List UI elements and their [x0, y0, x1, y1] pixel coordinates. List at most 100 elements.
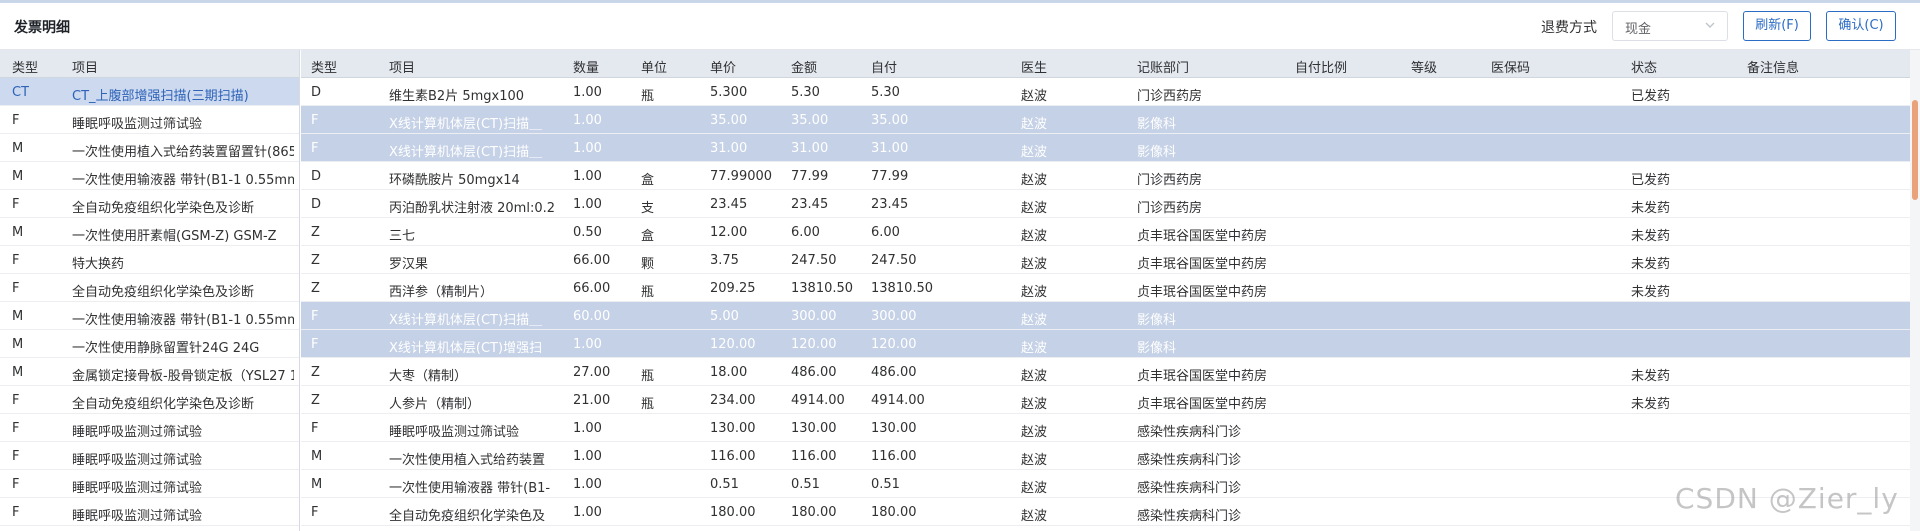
right-table-row[interactable]: Z 西洋参（精制片） 66.00 瓶 209.25 13810.50 13810.50 赵波 贞… — [301, 274, 1910, 302]
right-cell-type: D — [311, 85, 322, 100]
right-cell-type: Z — [311, 281, 320, 296]
right-col-type[interactable]: 类型 — [311, 57, 337, 76]
right-table-row[interactable]: F X线计算机体层(CT)扫描＿ 60.00 5.00 300.00 300.00 赵波 影像… — [301, 302, 1910, 330]
right-cell-dept: 感染性疾病科门诊 — [1137, 453, 1242, 468]
right-col-status[interactable]: 状态 — [1631, 57, 1657, 76]
left-cell-item: 一次性使用静脉留置针24G 24G — [72, 341, 260, 356]
left-table-row[interactable]: F 睡眠呼吸监测过筛试验 — [0, 106, 299, 134]
left-table-row[interactable]: F 睡眠呼吸监测过筛试验 — [0, 498, 299, 526]
right-table-row[interactable]: F X线计算机体层(CT)扫描＿ 1.00 35.00 35.00 35.00 赵波 影像科 — [301, 106, 1910, 134]
right-cell-dept: 感染性疾病科门诊 — [1137, 425, 1242, 440]
right-col-unit[interactable]: 单位 — [641, 57, 667, 76]
right-col-amount[interactable]: 金额 — [791, 57, 817, 76]
left-cell-type: M — [12, 141, 24, 156]
right-cell-status: 已发药 — [1631, 89, 1671, 104]
right-cell-amount: 6.00 — [791, 225, 820, 240]
right-table-row[interactable]: M 一次性使用植入式给药装置 1.00 116.00 116.00 116.00 赵波 感染性… — [301, 442, 1910, 470]
right-col-grade[interactable]: 等级 — [1411, 57, 1437, 76]
left-col-type[interactable]: 类型 — [12, 57, 38, 76]
right-table-row[interactable]: Z 罗汉果 66.00 颗 3.75 247.50 247.50 赵波 贞丰珉谷国医堂中药房 未发… — [301, 246, 1910, 274]
right-cell-item: 睡眠呼吸监测过筛试验 — [389, 425, 520, 440]
right-cell-status: 未发药 — [1631, 285, 1671, 300]
right-cell-item: 环磷酰胺片 50mgx14 — [389, 173, 520, 188]
right-cell-price: 23.45 — [710, 197, 748, 212]
left-cell-item: 睡眠呼吸监测过筛试验 — [72, 425, 203, 440]
right-table-row[interactable]: D 丙泊酚乳状注射液 20ml:0.2 1.00 支 23.45 23.45 23.45 赵波… — [301, 190, 1910, 218]
left-table-row[interactable]: F 睡眠呼吸监测过筛试验 — [0, 442, 299, 470]
right-cell-dept: 影像科 — [1137, 117, 1177, 132]
left-table-header: 类型 项目 — [0, 50, 299, 78]
refresh-button[interactable]: 刷新(F) — [1743, 11, 1811, 41]
right-table-row[interactable]: F 全自动免疫组织化学染色及 1.00 180.00 180.00 180.00 赵波 感染性… — [301, 498, 1910, 526]
left-cell-item: CT_上腹部增强扫描(三期扫描) — [72, 89, 249, 104]
right-table-row[interactable]: F X线计算机体层(CT)增强扫 1.00 120.00 120.00 120.00 赵波 影… — [301, 330, 1910, 358]
right-cell-selfpay: 300.00 — [871, 309, 917, 324]
right-table-row[interactable]: D 维生素B2片 5mgx100 1.00 瓶 5.300 5.30 5.30 赵波 门诊西药房… — [301, 78, 1910, 106]
right-col-remarks[interactable]: 备注信息 — [1747, 57, 1799, 76]
refund-method-select[interactable]: 现金 — [1612, 11, 1728, 41]
right-cell-amount: 4914.00 — [791, 393, 845, 408]
left-table-row[interactable]: F 睡眠呼吸监测过筛试验 — [0, 414, 299, 442]
right-cell-item: 全自动免疫组织化学染色及 — [389, 509, 546, 524]
right-cell-doctor: 赵波 — [1021, 229, 1048, 244]
right-table-row[interactable]: F 睡眠呼吸监测过筛试验 1.00 130.00 130.00 130.00 赵波 感染性疾病… — [301, 414, 1910, 442]
right-cell-type: F — [311, 113, 319, 128]
left-table-row[interactable]: M 一次性使用肝素帽(GSM-Z) GSM-Z — [0, 218, 299, 246]
left-table-row[interactable]: M 一次性使用植入式给药装置留置针(865 — [0, 134, 299, 162]
left-cell-type: F — [12, 197, 20, 212]
right-cell-dept: 贞丰珉谷国医堂中药房 — [1137, 397, 1268, 412]
left-table-row[interactable]: M 一次性使用输液器 带针(B1-1 0.55mm — [0, 302, 299, 330]
right-cell-unit: 瓶 — [641, 285, 655, 300]
right-cell-price: 18.00 — [710, 365, 748, 380]
right-cell-selfpay: 120.00 — [871, 337, 917, 352]
right-table-row[interactable]: D 环磷酰胺片 50mgx14 1.00 盒 77.99000 77.99 77.99 赵波 门… — [301, 162, 1910, 190]
scrollbar-thumb[interactable] — [1912, 100, 1918, 200]
watermark: CSDN @Zier_ly — [1675, 482, 1899, 515]
right-col-item[interactable]: 项目 — [389, 57, 415, 76]
right-col-qty[interactable]: 数量 — [573, 57, 599, 76]
right-cell-doctor: 赵波 — [1021, 313, 1048, 328]
left-cell-item: 全自动免疫组织化学染色及诊断 — [72, 201, 255, 216]
right-col-doctor[interactable]: 医生 — [1021, 57, 1047, 76]
left-table-row[interactable]: M 一次性使用输液器 带针(B1-1 0.55mm — [0, 162, 299, 190]
confirm-button[interactable]: 确认(C) — [1826, 11, 1896, 41]
right-cell-doctor: 赵波 — [1021, 285, 1048, 300]
right-cell-price: 3.75 — [710, 253, 739, 268]
right-table-row[interactable]: Z 人参片（精制） 21.00 瓶 234.00 4914.00 4914.00 赵波 贞丰珉谷… — [301, 386, 1910, 414]
right-table-row[interactable]: Z 大枣（精制） 27.00 瓶 18.00 486.00 486.00 赵波 贞丰珉谷国医堂中… — [301, 358, 1910, 386]
right-cell-qty: 1.00 — [573, 477, 602, 492]
right-cell-item: 三七 — [389, 229, 416, 244]
right-table-row[interactable]: F X线计算机体层(CT)扫描＿ 1.00 31.00 31.00 31.00 赵波 影像科 — [301, 134, 1910, 162]
left-table-row[interactable]: F 全自动免疫组织化学染色及诊断 — [0, 386, 299, 414]
left-table-row[interactable]: M 一次性使用静脉留置针24G 24G — [0, 330, 299, 358]
left-cell-item: 金属锁定接骨板-股骨锁定板（YSL27 1 — [72, 369, 294, 384]
vertical-scrollbar[interactable] — [1910, 50, 1920, 531]
left-table-row[interactable]: F 全自动免疫组织化学染色及诊断 — [0, 190, 299, 218]
right-cell-amount: 300.00 — [791, 309, 837, 324]
right-cell-doctor: 赵波 — [1021, 145, 1048, 160]
left-table-row[interactable]: F 睡眠呼吸监测过筛试验 — [0, 470, 299, 498]
left-cell-item: 睡眠呼吸监测过筛试验 — [72, 117, 203, 132]
right-col-insurance-code[interactable]: 医保码 — [1491, 57, 1530, 76]
right-col-price[interactable]: 单价 — [710, 57, 736, 76]
right-col-selfpay[interactable]: 自付 — [871, 57, 897, 76]
right-cell-type: M — [311, 477, 323, 492]
right-table-row[interactable]: Z 三七 0.50 盒 12.00 6.00 6.00 赵波 贞丰珉谷国医堂中药房 未发药 — [301, 218, 1910, 246]
right-col-dept[interactable]: 记账部门 — [1137, 57, 1189, 76]
right-cell-amount: 5.30 — [791, 85, 820, 100]
right-cell-amount: 77.99 — [791, 169, 829, 184]
right-cell-status: 未发药 — [1631, 201, 1671, 216]
right-col-selfpay-ratio[interactable]: 自付比例 — [1295, 57, 1347, 76]
right-cell-item: 一次性使用植入式给药装置 — [389, 453, 546, 468]
right-cell-dept: 影像科 — [1137, 145, 1177, 160]
right-cell-price: 5.300 — [710, 85, 748, 100]
left-col-item[interactable]: 项目 — [72, 57, 98, 76]
left-table-row[interactable]: M 金属锁定接骨板-股骨锁定板（YSL27 1 — [0, 358, 299, 386]
right-table-row[interactable]: M 一次性使用输液器 带针(B1- 1.00 0.51 0.51 0.51 赵波 感染性疾病科… — [301, 470, 1910, 498]
left-table-row[interactable]: F 特大换药 — [0, 246, 299, 274]
right-cell-selfpay: 23.45 — [871, 197, 909, 212]
left-table-row[interactable]: F 全自动免疫组织化学染色及诊断 — [0, 274, 299, 302]
left-table-row[interactable]: CT CT_上腹部增强扫描(三期扫描) — [0, 78, 299, 106]
left-cell-type: M — [12, 225, 24, 240]
right-cell-status: 已发药 — [1631, 173, 1671, 188]
